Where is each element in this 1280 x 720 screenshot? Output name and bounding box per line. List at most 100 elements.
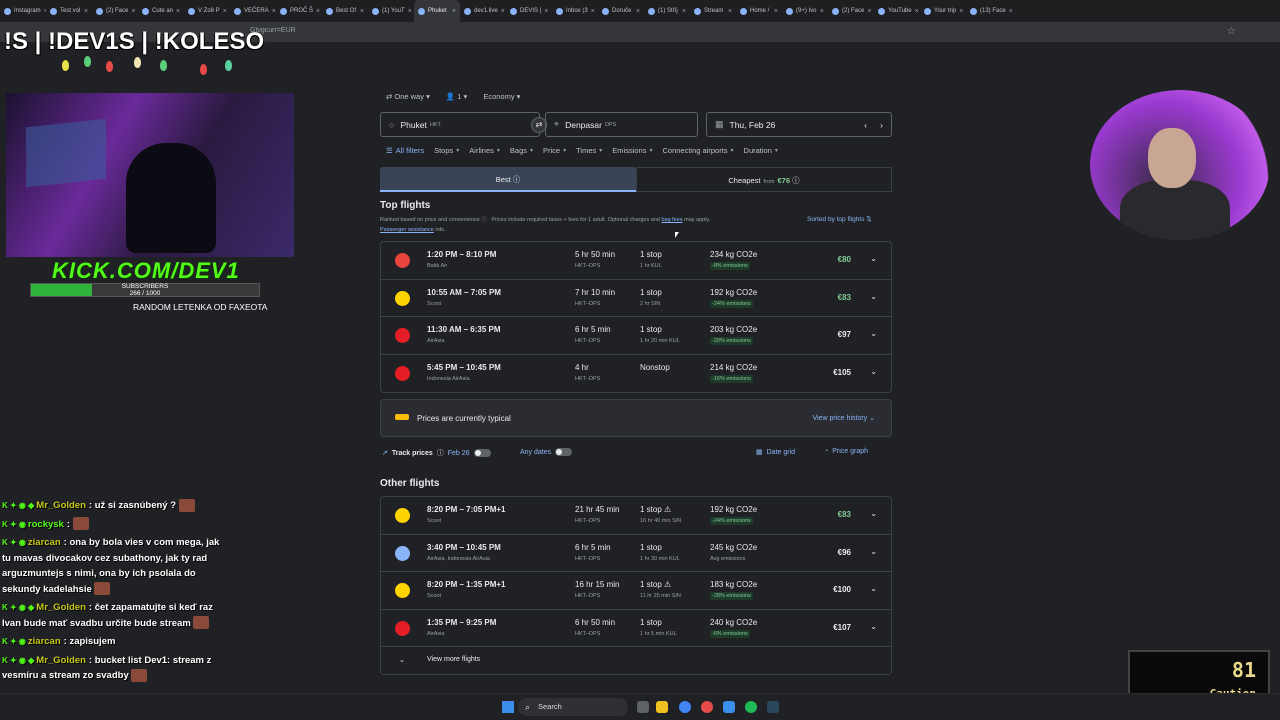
close-tab-icon[interactable]: × (316, 8, 320, 15)
filter-chip-bags[interactable]: Bags ▾ (510, 145, 533, 156)
flight-row[interactable]: 3:40 PM – 10:45 PM AirAsia, Indonesia Air… (381, 535, 891, 572)
close-tab-icon[interactable]: × (636, 8, 640, 15)
windows-start-icon[interactable] (502, 701, 514, 713)
flight-row[interactable]: 1:35 PM – 9:25 PM AirAsia 6 hr 50 min HKT–D… (381, 610, 891, 647)
browser-tab[interactable]: VEČERA × (230, 0, 276, 22)
close-tab-icon[interactable]: × (223, 8, 227, 15)
close-tab-icon[interactable]: × (774, 8, 778, 15)
close-tab-icon[interactable]: × (131, 8, 135, 15)
passenger-assistance-link[interactable]: Passenger assistance (380, 227, 434, 233)
filter-chip-times[interactable]: Times ▾ (576, 145, 602, 156)
browser-tab[interactable]: Cute an × (138, 0, 184, 22)
toggle-switch[interactable] (473, 449, 491, 457)
chevron-down-icon[interactable]: ⌄ (870, 584, 877, 593)
close-tab-icon[interactable]: × (820, 8, 824, 15)
browser-tab[interactable]: Inbox (3 × (552, 0, 598, 22)
close-tab-icon[interactable]: × (591, 8, 595, 15)
taskbar-search[interactable]: ⌕ Search (518, 698, 628, 716)
filter-chip-airlines[interactable]: Airlines ▾ (469, 145, 500, 156)
view-price-history-button[interactable]: View price history ⌄ (812, 414, 875, 422)
chevron-down-icon[interactable]: ⌄ (870, 509, 877, 518)
filter-chip-duration[interactable]: Duration ▾ (744, 145, 778, 156)
track-prices-toggle[interactable]: ↗ Track prices ⓘ Feb 26 (382, 448, 491, 458)
close-tab-icon[interactable]: × (959, 8, 963, 15)
steam-icon[interactable] (767, 701, 779, 713)
browser-tab[interactable]: Home / × (736, 0, 782, 22)
spotify-icon[interactable] (745, 701, 757, 713)
close-tab-icon[interactable]: × (452, 8, 456, 15)
flight-row[interactable]: 11:30 AM – 6:35 PM AirAsia 6 hr 5 min HKT–D… (381, 317, 891, 355)
flight-row[interactable]: 8:20 PM – 1:35 PM+1 Scoot 16 hr 15 min HKT–… (381, 572, 891, 610)
browser-tab[interactable]: (1) Stříj × (644, 0, 690, 22)
browser-tab[interactable]: V Zo8 P × (184, 0, 230, 22)
filter-chip-emissions[interactable]: Emissions ▾ (612, 145, 652, 156)
flight-row[interactable]: 8:20 PM – 7:05 PM+1 Scoot 21 hr 45 min HKT–… (381, 497, 891, 535)
flight-row[interactable]: 10:55 AM – 7:05 PM Scoot 7 hr 10 min HKT–DP… (381, 280, 891, 317)
next-date-icon[interactable]: › (880, 120, 883, 130)
toggle-switch[interactable] (555, 448, 573, 456)
browser-tab[interactable]: Your trip × (920, 0, 966, 22)
close-tab-icon[interactable]: × (867, 8, 871, 15)
browser-tab[interactable]: (9+) Ivo × (782, 0, 828, 22)
flight-row[interactable]: 1:20 PM – 8:10 PM Batik Air 5 hr 50 min HKT… (381, 242, 891, 280)
close-tab-icon[interactable]: × (360, 8, 364, 15)
browser-tab[interactable]: (13) Face × (966, 0, 1012, 22)
close-tab-icon[interactable]: × (408, 8, 412, 15)
chevron-down-icon[interactable]: ⌄ (870, 254, 877, 263)
browser-tab[interactable]: DEVIS | × (506, 0, 552, 22)
view-more-flights-button[interactable]: ⌄ View more flights (381, 647, 891, 674)
flight-row[interactable]: 5:45 PM – 10:45 PM Indonesia AirAsia 4 hr H… (381, 355, 891, 393)
date-grid-button[interactable]: ▦ Date grid (756, 448, 795, 457)
chevron-down-icon[interactable]: ⌄ (870, 292, 877, 301)
bookmark-star-icon[interactable]: ☆ (1227, 26, 1236, 37)
browser-tab[interactable]: Instagram × (0, 0, 46, 22)
chrome-icon[interactable] (679, 701, 691, 713)
filter-chip-price[interactable]: Price ▾ (543, 145, 566, 156)
browser-tab[interactable]: Phuket × (414, 0, 460, 22)
christmas-lights (60, 52, 260, 82)
cabin-select[interactable]: Economy ▾ (483, 92, 520, 101)
trip-type-select[interactable]: ⇄ One way ▾ (386, 92, 430, 101)
bag-fees-link[interactable]: bag fees (661, 217, 682, 223)
close-tab-icon[interactable]: × (1009, 8, 1012, 15)
close-tab-icon[interactable]: × (176, 8, 180, 15)
file-explorer-icon[interactable] (656, 701, 668, 713)
filter-chip-stops[interactable]: Stops ▾ (434, 145, 459, 156)
tab-best[interactable]: Best ⓘ (380, 167, 636, 192)
any-dates-toggle[interactable]: Any dates (520, 448, 573, 456)
close-tab-icon[interactable]: × (501, 8, 505, 15)
prev-date-icon[interactable]: ‹ (864, 120, 867, 130)
browser-tab[interactable]: PROČ Š × (276, 0, 322, 22)
date-field[interactable]: ▦ Thu, Feb 26 ‹ › (706, 112, 892, 137)
close-tab-icon[interactable]: × (84, 8, 88, 15)
passengers-select[interactable]: 👤 1 ▾ (446, 92, 467, 101)
browser-tab[interactable]: Best Of × (322, 0, 368, 22)
chat-badges-icon: K ✦ ◉ (2, 637, 26, 646)
browser-tab[interactable]: (1) YouT × (368, 0, 414, 22)
browser-tab[interactable]: Doruče × (598, 0, 644, 22)
filter-chip-connecting-airports[interactable]: Connecting airports ▾ (662, 145, 733, 156)
chevron-down-icon[interactable]: ⌄ (870, 329, 877, 338)
close-tab-icon[interactable]: × (915, 8, 919, 15)
opera-icon[interactable] (701, 701, 713, 713)
chevron-down-icon[interactable]: ⌄ (870, 547, 877, 556)
tab-cheapest[interactable]: Cheapest from €76 ⓘ (636, 167, 892, 192)
chevron-down-icon[interactable]: ⌄ (870, 622, 877, 631)
browser-tab[interactable]: Stream × (690, 0, 736, 22)
close-tab-icon[interactable]: × (682, 8, 686, 15)
browser-tab[interactable]: YouTube × (874, 0, 920, 22)
task-view-icon[interactable] (637, 701, 649, 713)
close-tab-icon[interactable]: × (728, 8, 732, 15)
browser-tab[interactable]: (2) Face × (828, 0, 874, 22)
filter-chip-all-filters[interactable]: ☰ All filters (386, 145, 424, 156)
browser-tab[interactable]: (2) Face × (92, 0, 138, 22)
price-graph-button[interactable]: ◔ Price graph (824, 448, 868, 455)
browser-tab[interactable]: Test vol × (46, 0, 92, 22)
destination-field[interactable]: ⌖ Denpasar DPS (545, 112, 698, 137)
sort-button[interactable]: Sorted by top flights ⇅ (807, 215, 872, 223)
browser-tab[interactable]: dev1.live × (460, 0, 506, 22)
chevron-down-icon[interactable]: ⌄ (870, 367, 877, 376)
origin-field[interactable]: ○ Phuket HKT (380, 112, 540, 137)
notepad-icon[interactable] (723, 701, 735, 713)
close-tab-icon[interactable]: × (544, 8, 548, 15)
